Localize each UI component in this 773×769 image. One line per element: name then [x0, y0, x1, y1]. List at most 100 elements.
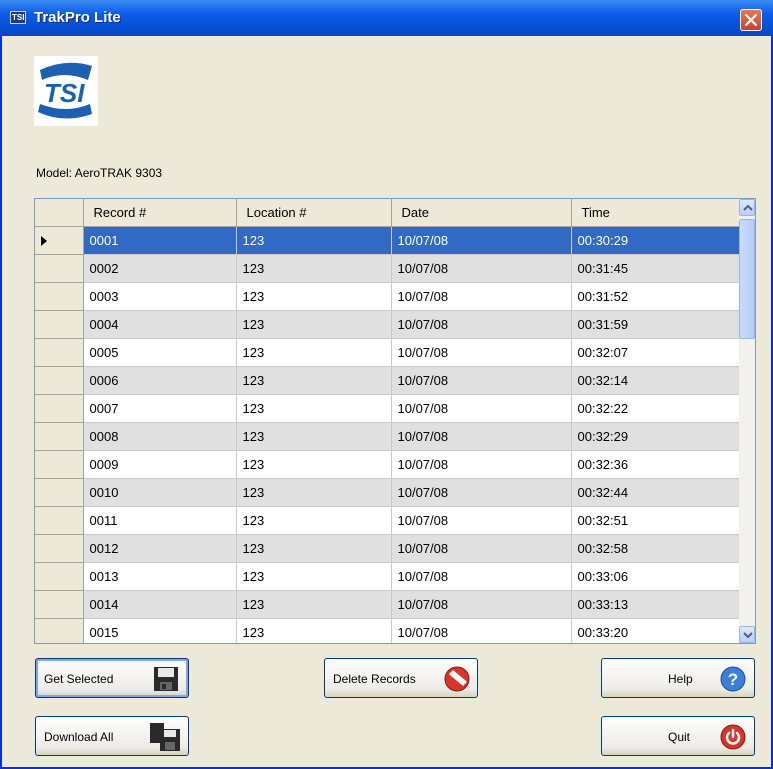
table-row[interactable]: 0014 123 10/07/08 00:33:13: [35, 590, 740, 619]
date-cell[interactable]: 10/07/08: [391, 422, 572, 451]
time-cell[interactable]: 00:31:59: [571, 310, 740, 339]
record-cell[interactable]: 0015: [83, 618, 237, 643]
table-row[interactable]: 0004 123 10/07/08 00:31:59: [35, 310, 740, 339]
row-header[interactable]: [35, 338, 84, 367]
date-cell[interactable]: 10/07/08: [391, 534, 572, 563]
time-cell[interactable]: 00:32:44: [571, 478, 740, 507]
date-cell[interactable]: 10/07/08: [391, 394, 572, 423]
table-row[interactable]: 0003 123 10/07/08 00:31:52: [35, 282, 740, 311]
location-cell[interactable]: 123: [236, 366, 392, 395]
time-cell[interactable]: 00:32:07: [571, 338, 740, 367]
record-cell[interactable]: 0006: [83, 366, 237, 395]
help-button[interactable]: Help ?: [601, 658, 755, 698]
date-cell[interactable]: 10/07/08: [391, 618, 572, 643]
table-row[interactable]: 0008 123 10/07/08 00:32:29: [35, 422, 740, 451]
time-cell[interactable]: 00:32:14: [571, 366, 740, 395]
record-cell[interactable]: 0002: [83, 254, 237, 283]
delete-records-button[interactable]: Delete Records: [324, 658, 478, 698]
time-cell[interactable]: 00:32:22: [571, 394, 740, 423]
get-selected-button[interactable]: Get Selected: [35, 658, 189, 698]
date-cell[interactable]: 10/07/08: [391, 254, 572, 283]
record-cell[interactable]: 0005: [83, 338, 237, 367]
table-row[interactable]: 0007 123 10/07/08 00:32:22: [35, 394, 740, 423]
scroll-up-button[interactable]: [739, 199, 755, 216]
table-row[interactable]: 0001 123 10/07/08 00:30:29: [35, 226, 740, 255]
table-row[interactable]: 0010 123 10/07/08 00:32:44: [35, 478, 740, 507]
table-row[interactable]: 0009 123 10/07/08 00:32:36: [35, 450, 740, 479]
row-header[interactable]: [35, 562, 84, 591]
table-row[interactable]: 0011 123 10/07/08 00:32:51: [35, 506, 740, 535]
row-header[interactable]: [35, 422, 84, 451]
location-cell[interactable]: 123: [236, 618, 392, 643]
column-header-location[interactable]: Location #: [236, 199, 392, 227]
date-cell[interactable]: 10/07/08: [391, 310, 572, 339]
row-header[interactable]: [35, 366, 84, 395]
location-cell[interactable]: 123: [236, 394, 392, 423]
row-header[interactable]: [35, 534, 84, 563]
date-cell[interactable]: 10/07/08: [391, 366, 572, 395]
location-cell[interactable]: 123: [236, 562, 392, 591]
date-cell[interactable]: 10/07/08: [391, 590, 572, 619]
location-cell[interactable]: 123: [236, 338, 392, 367]
row-header[interactable]: [35, 226, 84, 255]
location-cell[interactable]: 123: [236, 254, 392, 283]
location-cell[interactable]: 123: [236, 282, 392, 311]
record-cell[interactable]: 0004: [83, 310, 237, 339]
time-cell[interactable]: 00:33:20: [571, 618, 740, 643]
date-cell[interactable]: 10/07/08: [391, 506, 572, 535]
vertical-scrollbar[interactable]: [739, 199, 755, 643]
location-cell[interactable]: 123: [236, 422, 392, 451]
row-header[interactable]: [35, 478, 84, 507]
row-header[interactable]: [35, 282, 84, 311]
time-cell[interactable]: 00:32:51: [571, 506, 740, 535]
download-all-button[interactable]: Download All: [35, 716, 189, 756]
time-cell[interactable]: 00:32:58: [571, 534, 740, 563]
date-cell[interactable]: 10/07/08: [391, 338, 572, 367]
location-cell[interactable]: 123: [236, 506, 392, 535]
time-cell[interactable]: 00:31:52: [571, 282, 740, 311]
location-cell[interactable]: 123: [236, 590, 392, 619]
record-cell[interactable]: 0014: [83, 590, 237, 619]
table-row[interactable]: 0012 123 10/07/08 00:32:58: [35, 534, 740, 563]
record-cell[interactable]: 0013: [83, 562, 237, 591]
location-cell[interactable]: 123: [236, 450, 392, 479]
time-cell[interactable]: 00:32:29: [571, 422, 740, 451]
table-row[interactable]: 0015 123 10/07/08 00:33:20: [35, 618, 740, 643]
scroll-thumb[interactable]: [739, 219, 755, 339]
time-cell[interactable]: 00:33:06: [571, 562, 740, 591]
column-header-time[interactable]: Time: [571, 199, 740, 227]
record-cell[interactable]: 0003: [83, 282, 237, 311]
column-header-date[interactable]: Date: [391, 199, 572, 227]
record-cell[interactable]: 0010: [83, 478, 237, 507]
scroll-down-button[interactable]: [739, 626, 755, 643]
column-header-record[interactable]: Record #: [83, 199, 237, 227]
time-cell[interactable]: 00:31:45: [571, 254, 740, 283]
location-cell[interactable]: 123: [236, 226, 392, 255]
records-grid[interactable]: Record # Location # Date Time 0001 123 10/…: [34, 198, 756, 644]
record-cell[interactable]: 0007: [83, 394, 237, 423]
record-cell[interactable]: 0008: [83, 422, 237, 451]
location-cell[interactable]: 123: [236, 478, 392, 507]
location-cell[interactable]: 123: [236, 310, 392, 339]
time-cell[interactable]: 00:30:29: [571, 226, 740, 255]
row-header[interactable]: [35, 618, 84, 643]
row-header[interactable]: [35, 310, 84, 339]
row-header[interactable]: [35, 394, 84, 423]
close-button[interactable]: [740, 9, 762, 31]
date-cell[interactable]: 10/07/08: [391, 282, 572, 311]
date-cell[interactable]: 10/07/08: [391, 478, 572, 507]
record-cell[interactable]: 0012: [83, 534, 237, 563]
location-cell[interactable]: 123: [236, 534, 392, 563]
title-bar[interactable]: TSI TrakPro Lite: [0, 0, 773, 36]
table-row[interactable]: 0006 123 10/07/08 00:32:14: [35, 366, 740, 395]
table-row[interactable]: 0005 123 10/07/08 00:32:07: [35, 338, 740, 367]
time-cell[interactable]: 00:33:13: [571, 590, 740, 619]
row-header[interactable]: [35, 506, 84, 535]
row-header[interactable]: [35, 590, 84, 619]
quit-button[interactable]: Quit: [601, 716, 755, 756]
row-header[interactable]: [35, 450, 84, 479]
time-cell[interactable]: 00:32:36: [571, 450, 740, 479]
record-cell[interactable]: 0001: [83, 226, 237, 255]
date-cell[interactable]: 10/07/08: [391, 562, 572, 591]
row-header[interactable]: [35, 254, 84, 283]
